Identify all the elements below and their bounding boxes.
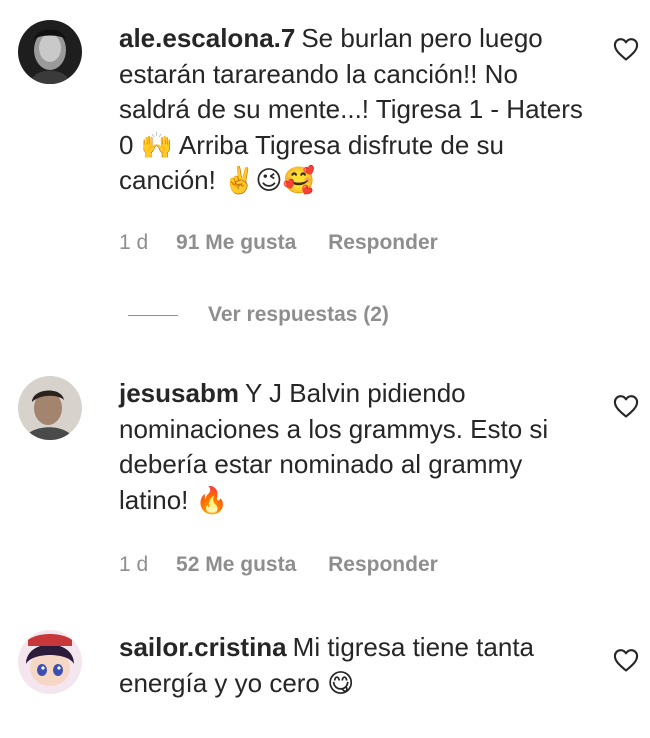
avatar[interactable]: [18, 630, 82, 694]
reply-button[interactable]: Responder: [328, 552, 438, 578]
comment-time[interactable]: 1 d: [119, 230, 148, 256]
view-replies-button[interactable]: Ver respuestas (2): [128, 302, 389, 328]
comment-text: sailor.cristina Mi tigresa tiene tanta en…: [119, 630, 589, 701]
comment-username[interactable]: ale.escalona.7: [119, 23, 295, 53]
comment-username[interactable]: jesusabm: [119, 378, 239, 408]
heart-outline-icon[interactable]: [612, 35, 640, 63]
comment-meta: 1 d 52 Me gusta Responder: [119, 552, 438, 578]
comment-meta: 1 d 91 Me gusta Responder: [119, 230, 438, 256]
comment-likes[interactable]: 91 Me gusta: [176, 230, 296, 256]
comment-time[interactable]: 1 d: [119, 552, 148, 578]
comment-text: ale.escalona.7 Se burlan pero luego estar…: [119, 21, 589, 199]
heart-outline-icon[interactable]: [612, 646, 640, 674]
replies-divider-line: [128, 314, 178, 316]
avatar-image: [18, 376, 82, 440]
avatar[interactable]: [18, 376, 82, 440]
comment-text: jesusabm Y J Balvin pidiendo nominaciones…: [119, 376, 589, 518]
comment-likes[interactable]: 52 Me gusta: [176, 552, 296, 578]
reply-button[interactable]: Responder: [328, 230, 438, 256]
avatar[interactable]: [18, 20, 82, 84]
avatar-image: [18, 630, 82, 694]
heart-outline-icon[interactable]: [612, 392, 640, 420]
avatar-image: [18, 20, 82, 84]
view-replies-label: Ver respuestas (2): [208, 303, 389, 326]
comment-username[interactable]: sailor.cristina: [119, 632, 287, 662]
